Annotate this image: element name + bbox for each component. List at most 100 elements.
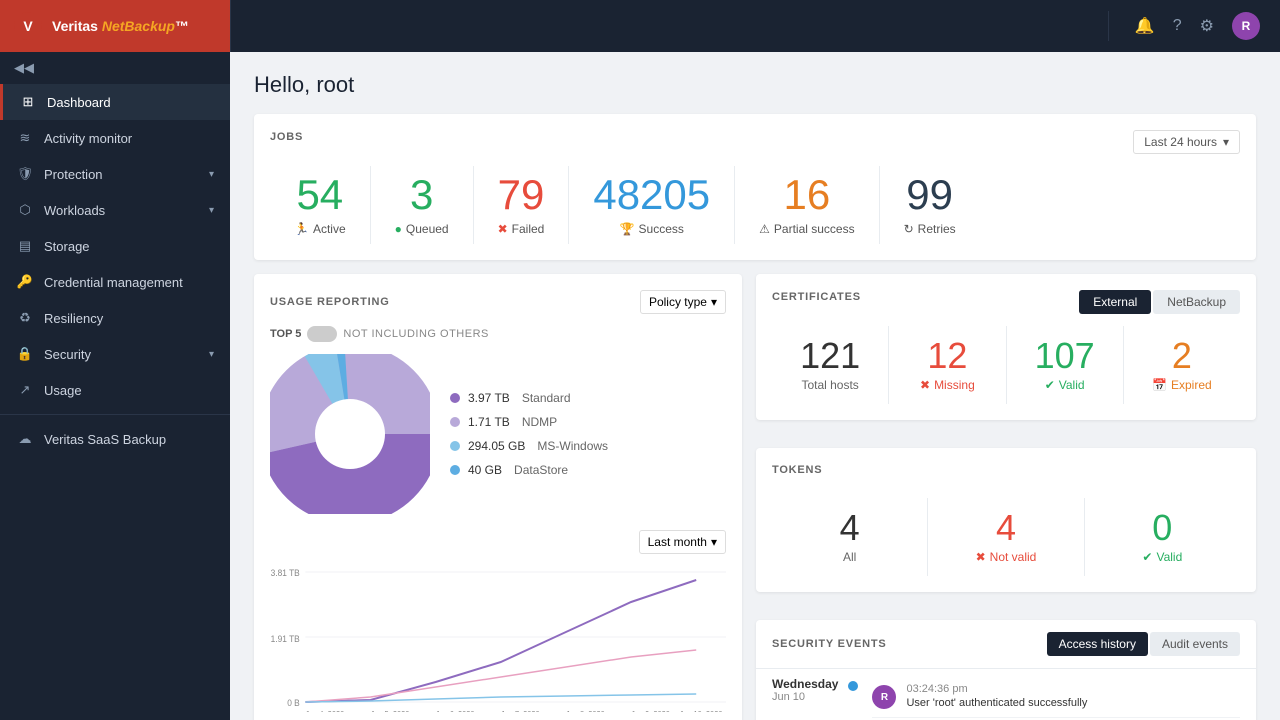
sidebar-item-usage[interactable]: ↗ Usage [0,372,230,408]
top5-row: TOP 5 NOT INCLUDING OTHERS [270,326,726,342]
policy-type-dropdown[interactable]: Policy type ▾ [640,290,726,314]
topbar-divider [1108,11,1109,41]
sec-tab-audit-events[interactable]: Audit events [1150,632,1240,656]
cert-tab-external[interactable]: External [1079,290,1151,314]
token-valid-label: ✔ Valid [1093,550,1232,564]
valid-icon: ✔ [1045,378,1055,392]
tokens-grid: 4 All 4 ✖ Not valid [772,498,1240,576]
token-stat-valid: 0 ✔ Valid [1085,498,1240,576]
cert-tab-netbackup[interactable]: NetBackup [1153,290,1240,314]
events-list: R 03:24:36 pm User 'root' authenticated … [872,677,1240,720]
sidebar-item-dashboard[interactable]: ⊞ Dashboard [0,84,230,120]
svg-text:Jan 10, 2020: Jan 10, 2020 [679,710,722,712]
jobs-stats-grid: 54 🏃 Active 3 ● Queued 79 [270,166,1240,244]
time-filter-dropdown[interactable]: Last 24 hours ▾ [1133,130,1240,154]
help-icon[interactable]: ? [1173,17,1182,35]
usage-top5: USAGE REPORTING [270,296,390,308]
security-events-header: SECURITY EVENTS Access history Audit eve… [756,620,1256,669]
sidebar-divider [0,414,230,415]
security-events-date-row: Wednesday Jun 10 R [772,669,1240,720]
month-dropdown[interactable]: Last month ▾ [639,530,726,554]
usage-reporting-card: USAGE REPORTING Policy type ▾ TOP 5 NOT … [254,274,742,720]
cert-missing-count: 12 [897,338,997,374]
sidebar-item-security[interactable]: 🔒 Security ▾ [0,336,230,372]
sidebar-item-label: Protection [44,167,199,182]
collapse-icon[interactable]: ◀◀ [14,60,34,75]
security-events-card: SECURITY EVENTS Access history Audit eve… [756,620,1256,720]
sidebar-item-label: Veritas SaaS Backup [44,432,214,447]
top5-toggle[interactable] [307,326,337,342]
chevron-down-icon: ▾ [209,169,214,180]
token-stat-not-valid: 4 ✖ Not valid [928,498,1084,576]
sidebar: V Veritas NetBackup™ ◀◀ ⊞ Dashboard ≋ Ac… [0,0,230,720]
legend-name-ndmp: NDMP [522,415,557,429]
certificates-tabs: External NetBackup [1079,290,1240,314]
chevron-down-icon: ▾ [209,205,214,216]
job-stat-partial[interactable]: 16 ⚠ Partial success [735,166,879,244]
sec-tab-access-history[interactable]: Access history [1047,632,1148,656]
chevron-down-icon: ▾ [209,349,214,360]
sidebar-item-storage[interactable]: ▤ Storage [0,228,230,264]
partial-icon: ⚠ [759,222,770,236]
usage-section-label: USAGE REPORTING [270,296,390,308]
job-stat-queued[interactable]: 3 ● Queued [371,166,474,244]
sidebar-item-workloads[interactable]: ⬡ Workloads ▾ [0,192,230,228]
legend-dot-datastore [450,465,460,475]
active-label: 🏃 Active [294,222,346,236]
notification-icon[interactable]: 🔔 [1135,16,1155,36]
legend-dot-mswindows [450,441,460,451]
timeline-dot [848,681,858,691]
svg-text:Jan 5, 2020: Jan 5, 2020 [371,710,410,712]
job-stat-failed[interactable]: 79 ✖ Failed [474,166,570,244]
legend-value-datastore: 40 GB [468,463,502,477]
retries-icon: ↻ [904,222,914,236]
settings-icon[interactable]: ⚙ [1200,16,1214,36]
sidebar-item-label: Resiliency [44,311,214,326]
sidebar-item-veritas-saas[interactable]: ☁ Veritas SaaS Backup [0,421,230,457]
sidebar-item-label: Activity monitor [44,131,214,146]
legend-value-ndmp: 1.71 TB [468,415,510,429]
job-stat-success[interactable]: 48205 🏆 Success [569,166,735,244]
security-events-tabs: Access history Audit events [1047,632,1240,656]
active-count: 54 [294,174,346,216]
failed-icon: ✖ [498,222,508,236]
svg-text:0 B: 0 B [287,698,300,708]
cert-valid-label: ✔ Valid [1015,378,1115,392]
sidebar-collapse[interactable]: ◀◀ [0,52,230,84]
policy-type-label: Policy type [649,295,707,309]
app-logo-icon[interactable]: V [14,12,42,40]
certificates-card: CERTIFICATES External NetBackup 121 Tota… [756,274,1256,420]
sidebar-item-label: Workloads [44,203,199,218]
protection-icon: 🛡 [16,166,34,182]
sidebar-item-credential-management[interactable]: 🔑 Credential management [0,264,230,300]
jobs-header: JOBS Last 24 hours ▾ [270,130,1240,154]
credential-icon: 🔑 [16,274,34,290]
security-icon: 🔒 [16,346,34,362]
time-filter-label: Last 24 hours [1144,135,1217,149]
token-notvalid-label: ✖ Not valid [936,550,1075,564]
legend-value-standard: 3.97 TB [468,391,510,405]
event-text: User 'root' authenticated successfully [906,696,1240,711]
certificates-header: CERTIFICATES External NetBackup [772,290,1240,314]
not-including-label: NOT INCLUDING OTHERS [343,328,488,340]
cert-total-label: Total hosts [780,378,880,392]
queued-icon: ● [395,222,402,236]
token-stat-all: 4 All [772,498,928,576]
chevron-down-icon: ▾ [711,535,717,549]
usage-icon: ↗ [16,382,34,398]
bottom-grid: USAGE REPORTING Policy type ▾ TOP 5 NOT … [254,274,1256,720]
svg-text:Jan 6, 2020: Jan 6, 2020 [436,710,475,712]
user-avatar[interactable]: R [1232,12,1260,40]
job-stat-active[interactable]: 54 🏃 Active [270,166,371,244]
usage-chart-area: Last month ▾ 3.81 TB 1.91 TB 0 B [270,530,726,720]
missing-icon: ✖ [920,378,930,392]
sidebar-item-resiliency[interactable]: ♻ Resiliency [0,300,230,336]
token-valid-count: 0 [1093,510,1232,546]
tokens-header: TOKENS [772,464,1240,486]
sidebar-item-label: Usage [44,383,214,398]
job-stat-retries[interactable]: 99 ↻ Retries [880,166,980,244]
legend-dot-ndmp [450,417,460,427]
queued-label: ● Queued [395,222,449,236]
sidebar-item-activity-monitor[interactable]: ≋ Activity monitor [0,120,230,156]
sidebar-item-protection[interactable]: 🛡 Protection ▾ [0,156,230,192]
